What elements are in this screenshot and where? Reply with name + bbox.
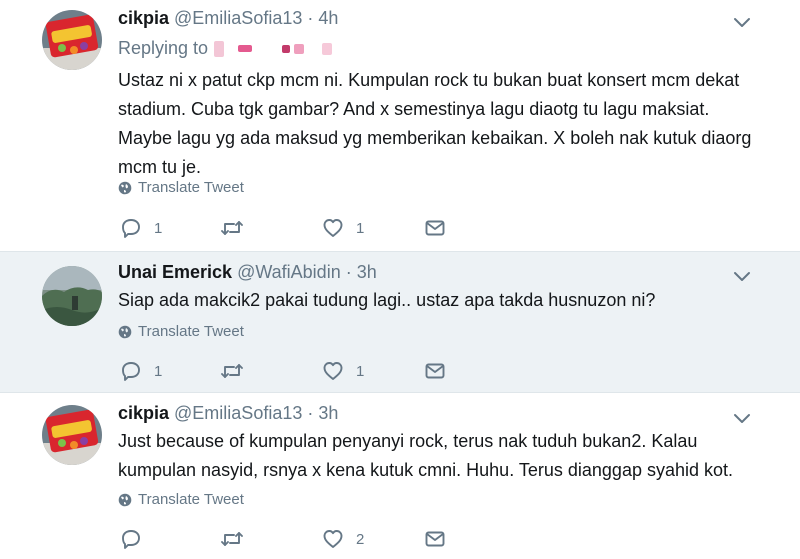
direct-message-button[interactable] <box>424 527 446 551</box>
direct-message-button[interactable] <box>424 216 446 240</box>
tweet-text-line: Siap ada makcik2 pakai tudung lagi.. ust… <box>118 290 656 310</box>
reply-icon <box>122 219 140 238</box>
translate-label: Translate Tweet <box>138 323 244 340</box>
reply-count: 1 <box>154 362 163 380</box>
tweet-text: Siap ada makcik2 pakai tudung lagi.. ust… <box>118 286 655 315</box>
reply-button[interactable]: 1 <box>120 359 162 383</box>
redacted-mention <box>282 44 291 53</box>
translate-label: Translate Tweet <box>138 179 244 196</box>
retweet-icon <box>221 532 243 546</box>
reply-button[interactable] <box>120 527 154 551</box>
tweet-text: Ustaz ni x patut ckp mcm ni. Kumpulan ro… <box>118 66 751 182</box>
globe-icon <box>118 181 132 194</box>
retweet-button[interactable] <box>220 359 256 383</box>
tweet-text: Just because of kumpulan penyanyi rock, … <box>118 427 733 485</box>
display-name[interactable]: Unai Emerick <box>118 262 232 283</box>
chevron-down-icon[interactable] <box>732 408 752 428</box>
tweet-text-line: kumpulan nasyid, rsnya x kena kutuk cmni… <box>118 460 734 480</box>
tweet-text-line: mcm tu je. <box>118 157 202 177</box>
globe-icon <box>118 325 132 338</box>
redacted-mention <box>214 40 225 57</box>
like-count: 1 <box>356 362 365 380</box>
tweet-actions: 2 <box>118 527 458 551</box>
timestamp[interactable]: 3h <box>357 262 377 283</box>
retweet-button[interactable] <box>220 527 256 551</box>
redacted-mention <box>322 42 333 55</box>
display-name[interactable]: cikpia <box>118 403 169 424</box>
reply-icon <box>122 530 140 549</box>
chevron-down-icon[interactable] <box>732 266 752 286</box>
like-button[interactable]: 2 <box>322 527 364 551</box>
reply-icon <box>122 362 140 381</box>
retweet-icon <box>221 221 243 235</box>
tweet-text-line: stadium. Cuba tgk gambar? And x semestin… <box>118 99 710 119</box>
heart-icon <box>323 530 343 548</box>
retweet-icon <box>221 364 243 378</box>
separator: · <box>307 8 314 28</box>
tweet-2[interactable]: Unai Emerick @WafiAbidin · 3h Siap ada m… <box>0 251 800 393</box>
timestamp[interactable]: 4h <box>318 8 338 29</box>
dm-icon <box>425 363 445 379</box>
tweet-header: cikpia @EmiliaSofia13 · 3h <box>118 403 338 427</box>
reply-count: 1 <box>154 219 163 237</box>
username[interactable]: @WafiAbidin <box>237 262 341 283</box>
tweet-header: cikpia @EmiliaSofia13 · 4h <box>118 8 338 32</box>
direct-message-button[interactable] <box>424 359 446 383</box>
retweet-button[interactable] <box>220 216 256 240</box>
tweet-3[interactable]: cikpia @EmiliaSofia13 · 3h Just because … <box>0 393 800 559</box>
translate-label: Translate Tweet <box>138 491 244 508</box>
dm-icon <box>425 531 445 547</box>
tweet-header: Unai Emerick @WafiAbidin · 3h <box>118 262 377 286</box>
replying-to: Replying to <box>118 38 333 59</box>
heart-icon <box>323 362 343 380</box>
reply-button[interactable]: 1 <box>120 216 162 240</box>
timestamp[interactable]: 3h <box>318 403 338 424</box>
like-count: 1 <box>356 219 365 237</box>
tweet-text-line: Maybe lagu yg ada maksud yg memberikan k… <box>118 128 752 148</box>
avatar[interactable] <box>42 10 102 70</box>
separator: · <box>307 403 314 423</box>
like-count: 2 <box>356 530 365 548</box>
display-name[interactable]: cikpia <box>118 8 169 29</box>
translate-tweet-link[interactable]: Translate Tweet <box>118 323 244 340</box>
heart-icon <box>323 219 343 237</box>
separator: · <box>345 262 352 282</box>
chevron-down-icon[interactable] <box>732 12 752 32</box>
dm-icon <box>425 220 445 236</box>
translate-tweet-link[interactable]: Translate Tweet <box>118 179 244 196</box>
avatar[interactable] <box>42 266 102 326</box>
username[interactable]: @EmiliaSofia13 <box>174 8 302 29</box>
tweet-actions: 1 1 <box>118 359 458 383</box>
username[interactable]: @EmiliaSofia13 <box>174 403 302 424</box>
redacted-mention <box>238 45 253 52</box>
avatar[interactable] <box>42 405 102 465</box>
tweet-text-line: Just because of kumpulan penyanyi rock, … <box>118 431 698 451</box>
tweet-1[interactable]: cikpia @EmiliaSofia13 · 4h Replying to U… <box>0 0 800 251</box>
like-button[interactable]: 1 <box>322 359 364 383</box>
replying-to-label: Replying to <box>118 38 209 58</box>
tweet-text-line: Ustaz ni x patut ckp mcm ni. Kumpulan ro… <box>118 70 740 90</box>
globe-icon <box>118 493 132 506</box>
like-button[interactable]: 1 <box>322 216 364 240</box>
tweet-actions: 1 1 <box>118 216 458 240</box>
translate-tweet-link[interactable]: Translate Tweet <box>118 491 244 508</box>
redacted-mention <box>294 43 305 54</box>
